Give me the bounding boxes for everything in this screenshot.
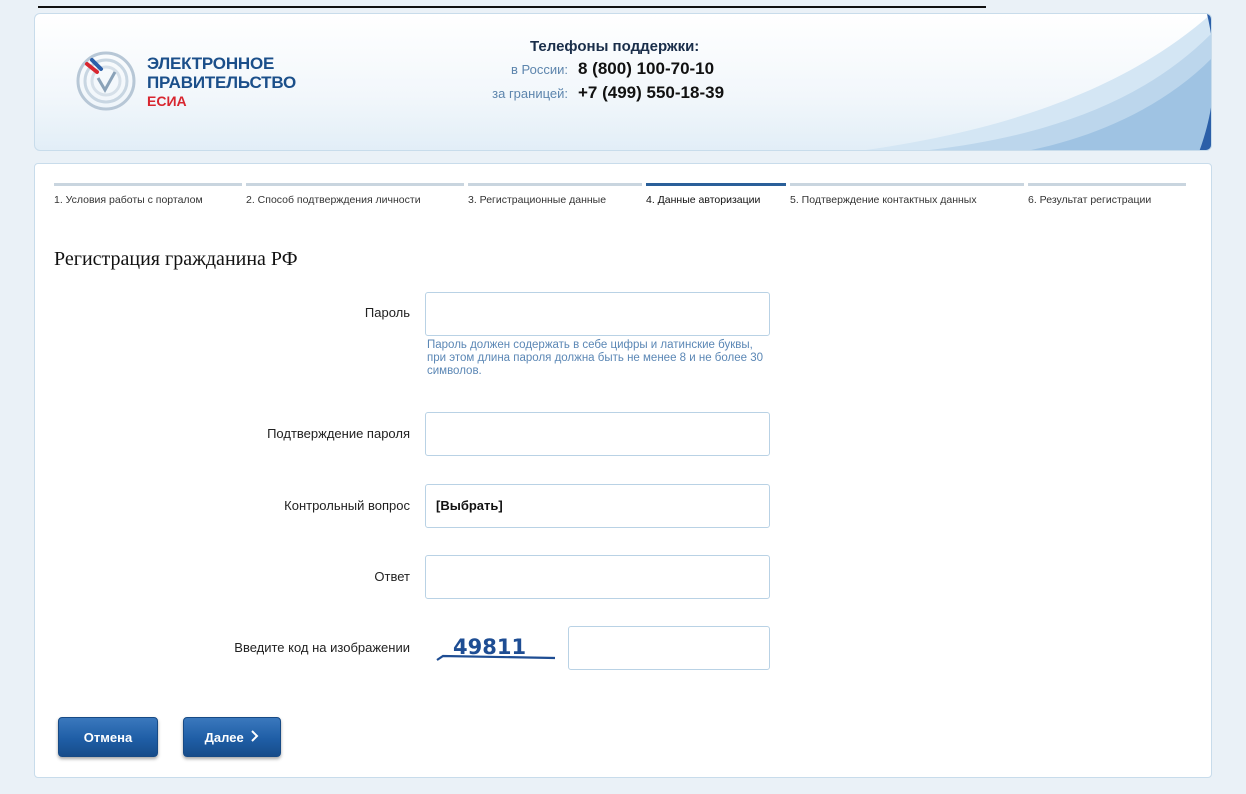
answer-input[interactable]: [425, 555, 770, 599]
password-hint: Пароль должен содержать в себе цифры и л…: [427, 339, 764, 377]
page-title: Регистрация гражданина РФ: [54, 248, 298, 270]
registration-steps: 1. Условия работы с порталом 2. Способ п…: [54, 183, 1190, 206]
captcha-label: Введите код на изображении: [234, 640, 410, 655]
phone-number-russia: 8 (800) 100-70-10: [578, 59, 715, 78]
security-question-select[interactable]: [Выбрать]: [425, 484, 770, 528]
answer-label: Ответ: [374, 569, 410, 584]
password-input[interactable]: [425, 292, 770, 336]
phone-row-russia: в России: 8 (800) 100-70-10: [480, 59, 724, 79]
step-3: 3. Регистрационные данные: [468, 183, 642, 206]
phone-number-abroad: +7 (499) 550-18-39: [578, 83, 725, 102]
captcha-image: 49811: [436, 635, 556, 661]
confirm-password-label: Подтверждение пароля: [267, 426, 410, 441]
step-5: 5. Подтверждение контактных данных: [790, 183, 1024, 206]
logo-line-3: ЕСИА: [147, 93, 187, 109]
captcha-input[interactable]: [568, 626, 770, 670]
logo-line-2: ПРАВИТЕЛЬСТВО: [147, 73, 296, 92]
cancel-button[interactable]: Отмена: [58, 717, 158, 757]
next-button[interactable]: Далее: [183, 717, 281, 757]
step-4-active: 4. Данные авторизации: [646, 183, 786, 206]
security-question-label: Контрольный вопрос: [284, 498, 410, 513]
registration-panel: 1. Условия работы с порталом 2. Способ п…: [34, 163, 1212, 778]
step-1: 1. Условия работы с порталом: [54, 183, 242, 206]
support-phones: Телефоны поддержки: в России: 8 (800) 10…: [480, 38, 724, 103]
phone-label-abroad: за границей:: [492, 86, 568, 101]
confirm-password-input[interactable]: [425, 412, 770, 456]
top-divider: [38, 6, 986, 8]
header-swoosh-decoration: [865, 14, 1211, 150]
next-button-label: Далее: [204, 730, 244, 745]
esia-logo-icon: [76, 51, 136, 111]
page-header: ЭЛЕКТРОННОЕ ПРАВИТЕЛЬСТВО ЕСИА Телефоны …: [34, 13, 1212, 151]
step-2: 2. Способ подтверждения личности: [246, 183, 464, 206]
phone-label-russia: в России:: [511, 62, 568, 77]
header-flag-stripe: [1199, 14, 1211, 150]
phone-row-abroad: за границей: +7 (499) 550-18-39: [480, 83, 724, 103]
password-label: Пароль: [364, 305, 410, 320]
chevron-right-icon: [251, 718, 259, 758]
step-6: 6. Результат регистрации: [1028, 183, 1186, 206]
logo-text: ЭЛЕКТРОННОЕ ПРАВИТЕЛЬСТВО ЕСИА: [147, 54, 296, 111]
support-title: Телефоны поддержки:: [530, 38, 700, 55]
logo-line-1: ЭЛЕКТРОННОЕ: [147, 54, 275, 73]
